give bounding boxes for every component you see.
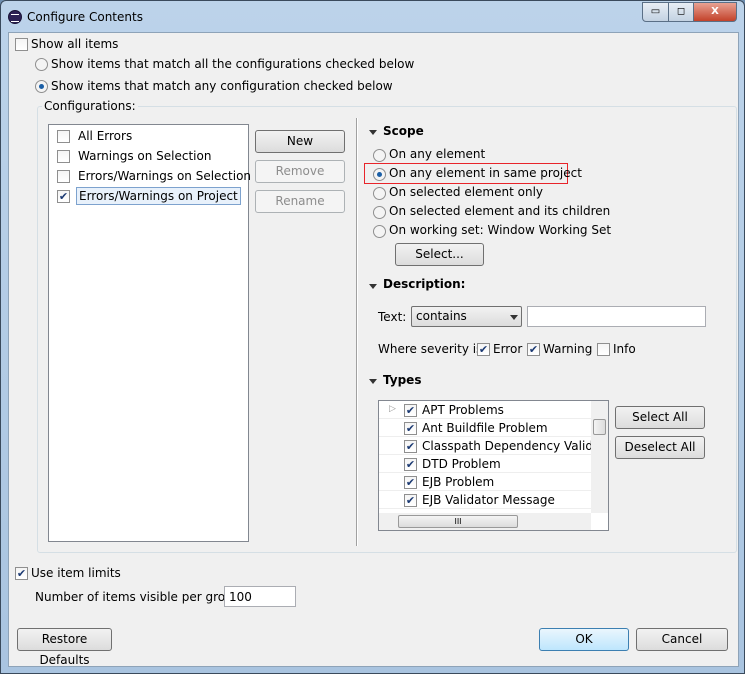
- description-text-input[interactable]: [527, 306, 706, 327]
- severity-label: Where severity is:: [378, 342, 487, 356]
- type-row[interactable]: ✔ APT Problems: [379, 401, 591, 419]
- chevron-down-icon: [510, 315, 518, 320]
- text-mode-dropdown[interactable]: contains: [411, 306, 522, 327]
- scope-option: On any element in same project: [389, 166, 582, 180]
- ok-button[interactable]: OK: [539, 628, 629, 651]
- select-all-button[interactable]: Select All: [615, 406, 705, 429]
- scope-radio[interactable]: [373, 206, 386, 219]
- vertical-scrollbar[interactable]: [591, 401, 608, 513]
- info-label: Info: [613, 342, 636, 356]
- type-checkbox[interactable]: ✔: [404, 440, 417, 453]
- type-row[interactable]: ✔ EJB Validator Message: [379, 491, 591, 509]
- type-checkbox[interactable]: ✔: [404, 494, 417, 507]
- collapse-icon[interactable]: [369, 379, 377, 384]
- remove-button[interactable]: Remove: [255, 160, 345, 183]
- scope-option: On working set: Window Working Set: [389, 223, 612, 237]
- match-all-radio[interactable]: [35, 58, 48, 71]
- configurations-label: Configurations:: [42, 99, 138, 113]
- info-checkbox[interactable]: [597, 343, 610, 356]
- restore-defaults-button[interactable]: Restore Defaults: [17, 628, 112, 667]
- type-row[interactable]: ✔ Classpath Dependency Validator: [379, 437, 591, 455]
- types-tree: ▷ ✔ APT Problems ✔ Ant Buildfile Problem ✔…: [378, 400, 609, 531]
- config-checkbox[interactable]: ✔: [57, 190, 70, 203]
- configurations-list: All Errors Warnings on Selection Errors/…: [48, 124, 251, 542]
- match-any-label: Show items that match any configuration …: [51, 79, 393, 93]
- match-all-label: Show items that match all the configurat…: [51, 57, 415, 71]
- warning-label: Warning: [543, 342, 593, 356]
- type-row[interactable]: ✔ DTD Problem: [379, 455, 591, 473]
- type-label: Classpath Dependency Validator: [422, 439, 591, 453]
- match-any-radio[interactable]: [35, 80, 48, 93]
- scope-option: On any element: [389, 147, 486, 161]
- new-button[interactable]: New: [255, 130, 345, 153]
- scope-radio[interactable]: [373, 149, 386, 162]
- types-heading: Types: [383, 373, 422, 387]
- separator: [356, 118, 358, 546]
- config-item-selected[interactable]: Errors/Warnings on Project: [76, 187, 241, 205]
- config-item[interactable]: Warnings on Selection: [78, 149, 211, 163]
- select-working-set-button[interactable]: Select...: [395, 243, 484, 266]
- scope-option: On selected element only: [389, 185, 544, 199]
- collapse-icon[interactable]: [369, 284, 377, 289]
- type-row[interactable]: ✔ Ant Buildfile Problem: [379, 419, 591, 437]
- scope-option: On selected element and its children: [389, 204, 611, 218]
- use-item-limits-label: Use item limits: [31, 566, 121, 580]
- horizontal-scrollbar[interactable]: III: [379, 513, 591, 530]
- scope-radio[interactable]: [373, 168, 386, 181]
- type-checkbox[interactable]: ✔: [404, 476, 417, 489]
- error-checkbox[interactable]: ✔: [477, 343, 490, 356]
- type-checkbox[interactable]: ✔: [404, 422, 417, 435]
- type-label: DTD Problem: [422, 457, 501, 471]
- type-row[interactable]: ✔ EJB Problem: [379, 473, 591, 491]
- content: Show all items Show items that match all…: [0, 0, 745, 674]
- config-item[interactable]: Errors/Warnings on Selection: [78, 169, 251, 183]
- show-all-label: Show all items: [31, 37, 119, 51]
- config-checkbox[interactable]: [57, 170, 70, 183]
- type-label: EJB Problem: [422, 475, 495, 489]
- text-label: Text:: [378, 310, 407, 324]
- cancel-button[interactable]: Cancel: [636, 628, 728, 651]
- type-label: EJB Validator Message: [422, 493, 555, 507]
- type-label: Ant Buildfile Problem: [422, 421, 548, 435]
- error-label: Error: [493, 342, 523, 356]
- scroll-thumb[interactable]: III: [398, 515, 518, 528]
- warning-checkbox[interactable]: ✔: [527, 343, 540, 356]
- items-per-group-input[interactable]: 100: [224, 586, 296, 607]
- collapse-icon[interactable]: [369, 130, 377, 135]
- description-heading: Description:: [383, 277, 466, 291]
- dropdown-value: contains: [416, 309, 467, 323]
- items-per-group-label: Number of items visible per group:: [35, 590, 245, 604]
- deselect-all-button[interactable]: Deselect All: [615, 436, 705, 459]
- type-checkbox[interactable]: ✔: [404, 404, 417, 417]
- type-label: APT Problems: [422, 403, 504, 417]
- config-item[interactable]: All Errors: [78, 129, 132, 143]
- show-all-checkbox[interactable]: [15, 38, 28, 51]
- scroll-thumb[interactable]: [593, 419, 606, 435]
- use-item-limits-checkbox[interactable]: ✔: [15, 567, 28, 580]
- scope-radio[interactable]: [373, 225, 386, 238]
- rename-button[interactable]: Rename: [255, 190, 345, 213]
- config-checkbox[interactable]: [57, 150, 70, 163]
- type-checkbox[interactable]: ✔: [404, 458, 417, 471]
- scope-radio[interactable]: [373, 187, 386, 200]
- config-checkbox[interactable]: [57, 130, 70, 143]
- scope-heading: Scope: [383, 124, 424, 138]
